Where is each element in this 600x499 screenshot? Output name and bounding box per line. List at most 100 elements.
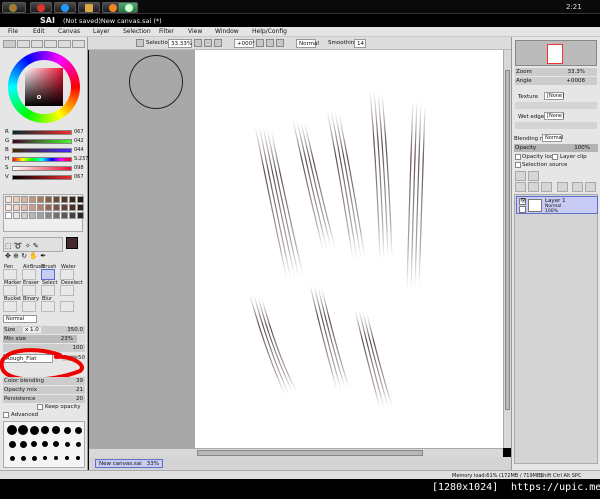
palette-swatch[interactable] bbox=[45, 196, 52, 203]
brush-size-preset[interactable] bbox=[19, 440, 27, 448]
palette-swatch[interactable] bbox=[29, 212, 36, 219]
menu-help[interactable]: Help/Config bbox=[252, 28, 287, 35]
layer-row[interactable]: 👁 Layer 1 Normal 100% bbox=[516, 196, 598, 214]
palette-swatch[interactable] bbox=[13, 196, 20, 203]
palette-swatch[interactable] bbox=[29, 196, 36, 203]
tool-water-button[interactable] bbox=[60, 269, 74, 280]
taskbar-app-chrome[interactable] bbox=[30, 2, 52, 13]
palette-swatch[interactable] bbox=[77, 196, 84, 203]
saturation-value-square[interactable] bbox=[25, 68, 63, 106]
size-multiplier[interactable]: x 1.0 bbox=[23, 327, 41, 333]
palette-swatch[interactable] bbox=[69, 212, 76, 219]
duplicate-layer-icon[interactable] bbox=[528, 182, 539, 192]
merge-down-icon[interactable] bbox=[541, 182, 552, 192]
horizontal-scrollbar[interactable] bbox=[89, 448, 503, 457]
color-slider-r[interactable] bbox=[12, 130, 72, 135]
clear-layer-icon[interactable] bbox=[557, 182, 568, 192]
tool-bucket-button[interactable] bbox=[3, 301, 17, 312]
rgb-tab[interactable] bbox=[16, 40, 30, 48]
menu-canvas[interactable]: Canvas bbox=[58, 28, 80, 35]
opacity-mix-row[interactable]: Opacity mix 21 bbox=[3, 386, 85, 394]
palette-swatch[interactable] bbox=[45, 204, 52, 211]
horizontal-scroll-thumb[interactable] bbox=[197, 450, 423, 456]
current-color-swatch[interactable] bbox=[66, 237, 78, 249]
taskbar-app-sai[interactable] bbox=[118, 2, 138, 13]
brush-size-preset[interactable] bbox=[7, 425, 17, 435]
brush-size-preset[interactable] bbox=[53, 441, 59, 447]
size-row[interactable]: Size x 1.0 350.0 bbox=[3, 326, 85, 334]
color-slider-v[interactable] bbox=[12, 175, 72, 180]
brush-size-preset[interactable] bbox=[31, 455, 37, 461]
new-linework-icon[interactable] bbox=[515, 182, 526, 192]
brush-size-preset[interactable] bbox=[65, 456, 69, 460]
rotate-reset-button[interactable] bbox=[276, 39, 284, 47]
palette-swatch[interactable] bbox=[53, 212, 60, 219]
menu-view[interactable]: View bbox=[188, 28, 202, 35]
move-icon[interactable]: ✥ bbox=[5, 252, 11, 260]
zoom-field[interactable]: 33.33% bbox=[168, 39, 192, 48]
new-layer-icon[interactable] bbox=[515, 171, 526, 181]
eyedropper-icon[interactable]: ✎ bbox=[33, 242, 39, 250]
nav-angle-row[interactable]: Angle +0008 bbox=[515, 77, 597, 85]
menu-edit[interactable]: Edit bbox=[33, 28, 45, 35]
tool-blur-button[interactable] bbox=[41, 301, 55, 312]
color-slider-h[interactable] bbox=[12, 157, 72, 162]
menu-selection[interactable]: Selection bbox=[123, 28, 151, 35]
palette-swatch[interactable] bbox=[21, 204, 28, 211]
palette-swatch[interactable] bbox=[53, 204, 60, 211]
palette-swatch[interactable] bbox=[13, 212, 20, 219]
palette-swatch[interactable] bbox=[37, 204, 44, 211]
scratchpad-tab[interactable] bbox=[58, 40, 72, 48]
tool-empty-button[interactable] bbox=[60, 301, 74, 312]
vertical-scrollbar[interactable] bbox=[503, 50, 511, 448]
layer-settings-icon[interactable] bbox=[585, 182, 596, 192]
brush-size-preset[interactable] bbox=[42, 441, 48, 447]
hand-icon[interactable]: ✋ bbox=[29, 252, 38, 260]
menu-file[interactable]: File bbox=[8, 28, 18, 35]
rotate-right-button[interactable] bbox=[266, 39, 274, 47]
palette-swatch[interactable] bbox=[5, 204, 12, 211]
magic-wand-icon[interactable]: ✧ bbox=[25, 242, 31, 250]
min-size-slider[interactable]: Min size 23% bbox=[3, 335, 85, 343]
wet-edge-select[interactable]: [None] bbox=[544, 112, 564, 120]
navigator-preview[interactable] bbox=[515, 40, 597, 66]
color-picker-icon[interactable]: ✒ bbox=[40, 252, 46, 260]
tool-deselect-button[interactable] bbox=[60, 285, 74, 296]
rotate-left-button[interactable] bbox=[256, 39, 264, 47]
advanced-checkbox[interactable] bbox=[3, 412, 9, 418]
palette-swatch[interactable] bbox=[5, 196, 12, 203]
tool-airbrush-button[interactable] bbox=[22, 269, 36, 280]
brush-size-preset[interactable] bbox=[29, 425, 39, 435]
selection-checkbox[interactable] bbox=[136, 39, 144, 47]
layer-clip-checkbox[interactable] bbox=[552, 154, 558, 160]
menu-filter[interactable]: Filter bbox=[159, 28, 174, 35]
color-slider-g[interactable] bbox=[12, 139, 72, 144]
layer-texture-select[interactable]: [None] bbox=[544, 92, 564, 100]
palette-swatch[interactable] bbox=[61, 212, 68, 219]
palette-swatch[interactable] bbox=[69, 204, 76, 211]
brush-size-preset[interactable] bbox=[18, 425, 28, 435]
tool-pen-button[interactable] bbox=[3, 269, 17, 280]
brush-size-preset[interactable] bbox=[8, 440, 16, 448]
delete-layer-icon[interactable] bbox=[572, 182, 583, 192]
zoom-in-button[interactable] bbox=[204, 39, 212, 47]
color-slider-s[interactable] bbox=[12, 166, 72, 171]
brush-size-preset[interactable] bbox=[43, 456, 47, 460]
start-button[interactable] bbox=[2, 2, 26, 13]
layer-blend-select[interactable]: Normal bbox=[542, 134, 563, 142]
persistence-row[interactable]: Persistence 20 bbox=[3, 395, 85, 403]
palette-swatch[interactable] bbox=[29, 204, 36, 211]
swatch-tab[interactable] bbox=[44, 40, 58, 48]
tool-marker-button[interactable] bbox=[3, 285, 17, 296]
opacity-lock-checkbox[interactable] bbox=[515, 154, 521, 160]
brush-size-preset[interactable] bbox=[75, 441, 81, 447]
palette-swatch[interactable] bbox=[21, 212, 28, 219]
zoom-reset-button[interactable] bbox=[214, 39, 222, 47]
zoom-tool-icon[interactable]: ⊕ bbox=[13, 252, 19, 260]
brush-size-preset[interactable] bbox=[63, 426, 71, 434]
layer-opacity-slider[interactable]: Opacity 100% bbox=[514, 144, 598, 152]
brush-size-preset[interactable] bbox=[76, 456, 80, 460]
menu-window[interactable]: Window bbox=[215, 28, 239, 35]
rotation-field[interactable]: +000° bbox=[234, 39, 255, 48]
palette-swatch[interactable] bbox=[77, 204, 84, 211]
